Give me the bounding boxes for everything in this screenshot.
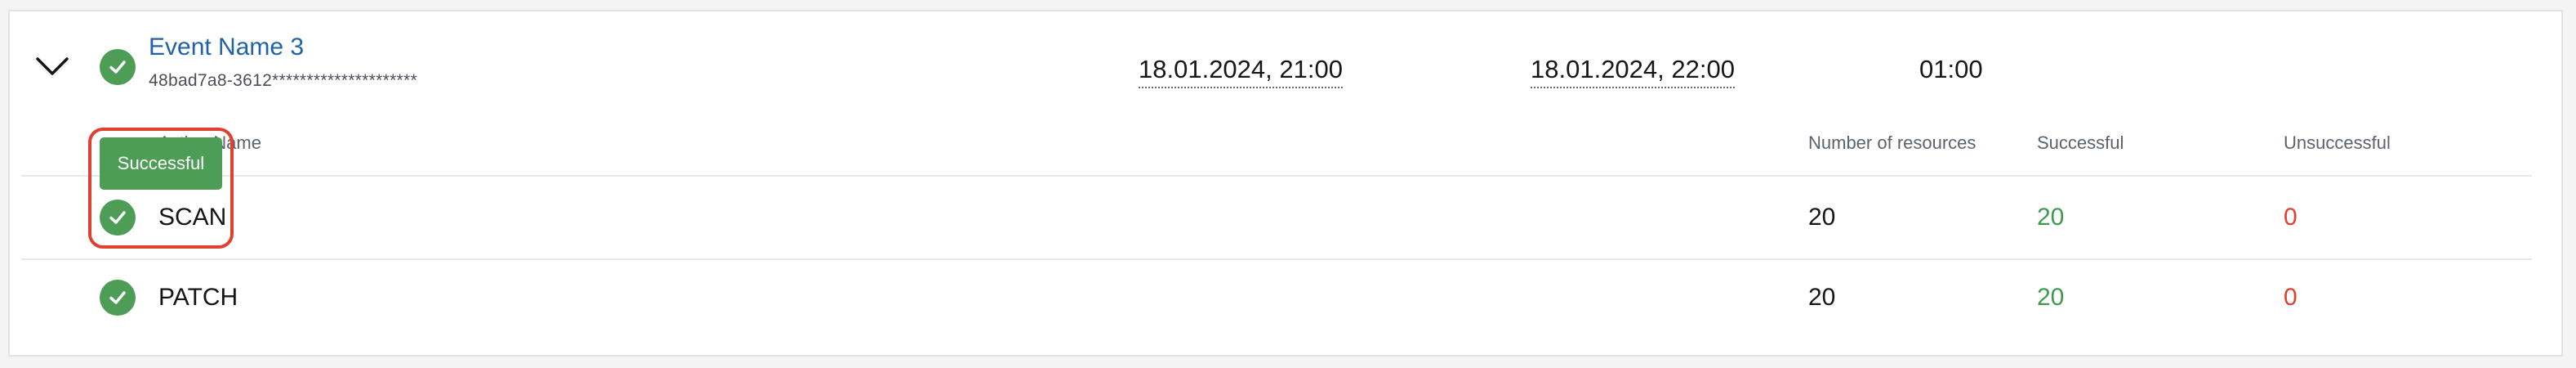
header-resources: Number of resources — [1808, 132, 1977, 153]
chevron-down-icon[interactable] — [29, 51, 75, 83]
row-resources: 20 — [1808, 204, 1836, 231]
event-name-link[interactable]: Event Name 3 — [149, 31, 304, 64]
row-successful: 20 — [2037, 284, 2065, 311]
start-date: 18.01.2024, 21:00 — [1139, 52, 1343, 88]
row-unsuccessful: 0 — [2284, 284, 2297, 311]
row-action-name: PATCH — [158, 284, 238, 311]
row-resources: 20 — [1808, 284, 1836, 311]
header-unsuccessful: Unsuccessful — [2284, 132, 2391, 153]
event-id: 48bad7a8-3612********************* — [149, 71, 417, 90]
duration: 01:00 — [1919, 55, 1983, 83]
check-circle-icon — [100, 49, 136, 85]
end-date: 18.01.2024, 22:00 — [1531, 52, 1735, 88]
header-divider — [21, 175, 2532, 177]
highlight-box — [88, 128, 234, 249]
row-unsuccessful: 0 — [2284, 204, 2297, 231]
row-divider — [21, 258, 2532, 260]
check-circle-icon — [100, 280, 136, 316]
row-successful: 20 — [2037, 204, 2065, 231]
header-successful: Successful — [2037, 132, 2124, 153]
